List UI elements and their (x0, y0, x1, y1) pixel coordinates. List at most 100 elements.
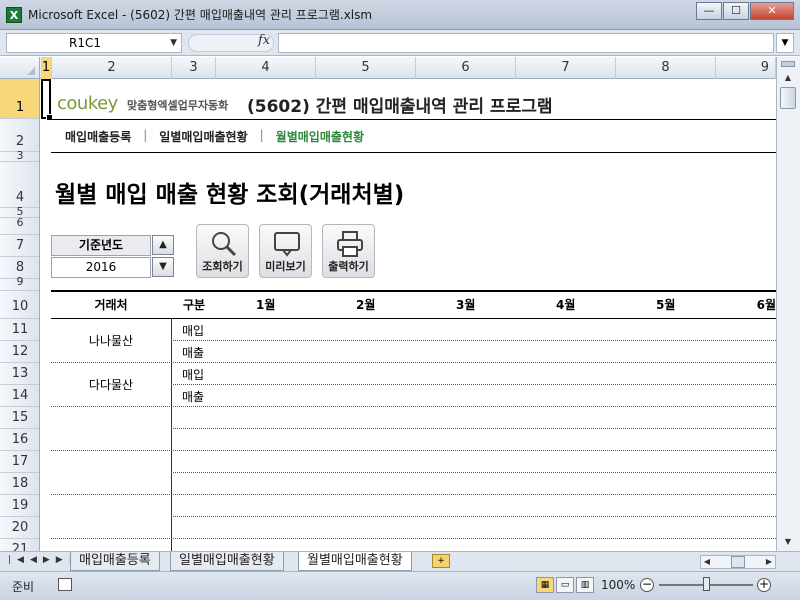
table-cell-company[interactable]: 나나물산 (51, 332, 171, 349)
row-headers: 1 2 3 4 5 6 7 8 9 10 11 12 13 14 15 16 1… (0, 79, 40, 551)
preview-button[interactable]: 미리보기 (259, 224, 312, 278)
tab-scroll-icons[interactable]: |◀◀▶▶| (8, 555, 78, 565)
row-divider (51, 362, 776, 363)
view-buttons: ▦ ▭ ▥ (536, 577, 596, 593)
search-icon (212, 232, 237, 257)
scroll-thumb[interactable] (731, 556, 745, 568)
minimize-button[interactable]: — (696, 2, 722, 20)
window-title: Microsoft Excel - (5602) 간편 매입매출내역 관리 프로… (28, 8, 373, 22)
divider (51, 119, 776, 120)
row-header[interactable]: 11 (0, 319, 39, 341)
row-divider (171, 384, 776, 385)
year-field[interactable]: 2016 (51, 257, 151, 278)
table-header: 4월 (556, 298, 576, 312)
table-header: 구분 (182, 298, 206, 312)
sheet-tab-bar: |◀◀▶▶| 매입매출등록 일별매입매출현황 월별매입매출현황 + ◀ ▶ (0, 551, 800, 571)
page-layout-icon[interactable]: ▭ (556, 577, 574, 593)
column-header[interactable]: 7 (516, 57, 616, 79)
zoom-out-button[interactable]: − (640, 578, 654, 592)
column-header[interactable]: 2 (52, 57, 172, 79)
table-cell-type[interactable]: 매출 (182, 344, 204, 361)
scroll-up-icon[interactable]: ▲ (780, 71, 796, 85)
nav-link-monthly[interactable]: 월별매입매출현황 (276, 128, 364, 145)
maximize-button[interactable]: ☐ (723, 2, 749, 20)
column-header[interactable]: 4 (216, 57, 316, 79)
year-down-button[interactable]: ▼ (152, 257, 174, 277)
horizontal-scrollbar[interactable]: ◀ ▶ (700, 555, 776, 569)
row-header[interactable]: 19 (0, 495, 39, 517)
row-divider (171, 516, 776, 517)
chevron-down-icon[interactable]: ▼ (170, 34, 177, 52)
scroll-right-icon[interactable]: ▶ (763, 556, 775, 568)
scroll-thumb[interactable] (780, 87, 796, 109)
normal-view-icon[interactable]: ▦ (536, 577, 554, 593)
zoom-in-button[interactable]: + (757, 578, 771, 592)
print-button[interactable]: 출력하기 (322, 224, 375, 278)
row-header[interactable]: 2 (0, 119, 39, 152)
row-header[interactable]: 17 (0, 451, 39, 473)
insert-sheet-icon[interactable]: + (432, 554, 450, 568)
row-header[interactable]: 10 (0, 291, 39, 319)
column-header[interactable]: 5 (316, 57, 416, 79)
monitor-icon (274, 232, 300, 257)
insert-function-icon[interactable]: fx (258, 33, 270, 48)
table-cell-type[interactable]: 매출 (182, 388, 204, 405)
row-header[interactable]: 12 (0, 341, 39, 363)
divider (51, 290, 776, 292)
active-cell[interactable] (41, 79, 53, 121)
expand-formula-icon[interactable]: ▼ (776, 33, 794, 53)
row-header[interactable]: 16 (0, 429, 39, 451)
row-header[interactable]: 9 (0, 276, 39, 291)
tab-daily[interactable]: 일별매입매출현황 (170, 552, 284, 571)
window-controls: — ☐ ✕ (695, 2, 794, 20)
vertical-scrollbar[interactable]: ▲ ▼ (776, 57, 800, 551)
macro-record-icon[interactable] (58, 578, 72, 591)
row-header[interactable]: 1 (0, 79, 39, 119)
close-button[interactable]: ✕ (750, 2, 794, 20)
table-cell-type[interactable]: 매입 (182, 366, 204, 383)
row-divider (171, 472, 776, 473)
search-button-label: 조회하기 (202, 260, 243, 273)
column-header[interactable]: 1 (41, 57, 52, 79)
table-cell-company[interactable]: 다다물산 (51, 376, 171, 393)
nav-link-daily[interactable]: 일별매입매출현황 (159, 128, 247, 145)
row-divider (171, 428, 776, 429)
row-header[interactable]: 4 (0, 162, 39, 208)
sheet-grid[interactable]: coukey 맞춤형엑셀업무자동화 (5602) 간편 매입매출내역 관리 프로… (41, 79, 776, 551)
split-handle[interactable] (781, 61, 795, 67)
zoom-slider-thumb[interactable] (703, 577, 710, 591)
scroll-left-icon[interactable]: ◀ (701, 556, 713, 568)
app-title: (5602) 간편 매입매출내역 관리 프로그램 (247, 97, 553, 117)
excel-icon[interactable]: X (6, 7, 22, 23)
page-break-icon[interactable]: ▥ (576, 577, 594, 593)
row-header[interactable]: 6 (0, 217, 39, 235)
tab-register[interactable]: 매입매출등록 (70, 552, 160, 571)
status-ready: 준비 (12, 580, 35, 594)
select-all-button[interactable] (0, 57, 40, 79)
row-header[interactable]: 7 (0, 235, 39, 257)
column-header[interactable]: 3 (172, 57, 216, 79)
row-header[interactable]: 21 (0, 539, 39, 551)
search-button[interactable]: 조회하기 (196, 224, 249, 278)
formula-input[interactable] (278, 33, 774, 53)
row-header[interactable]: 15 (0, 407, 39, 429)
row-header[interactable]: 18 (0, 473, 39, 495)
row-header[interactable]: 3 (0, 150, 39, 162)
year-label: 기준년도 (51, 235, 151, 256)
column-header[interactable]: 6 (416, 57, 516, 79)
table-header: 6월 (756, 298, 776, 312)
row-header[interactable]: 14 (0, 385, 39, 407)
table-cell-type[interactable]: 매입 (182, 322, 204, 339)
row-header[interactable]: 20 (0, 517, 39, 539)
year-up-button[interactable]: ▲ (152, 235, 174, 255)
column-header[interactable]: 8 (616, 57, 716, 79)
zoom-level[interactable]: 100% (601, 578, 635, 592)
column-header[interactable]: 9 (716, 57, 776, 79)
scroll-down-icon[interactable]: ▼ (780, 535, 796, 549)
tab-monthly[interactable]: 월별매입매출현황 (298, 552, 412, 571)
row-header[interactable]: 13 (0, 363, 39, 385)
name-box[interactable]: R1C1 ▼ (6, 33, 182, 53)
nav-separator: | (259, 128, 264, 142)
nav-link-register[interactable]: 매입매출등록 (65, 128, 131, 145)
title-bar: X Microsoft Excel - (5602) 간편 매입매출내역 관리 … (0, 0, 800, 30)
